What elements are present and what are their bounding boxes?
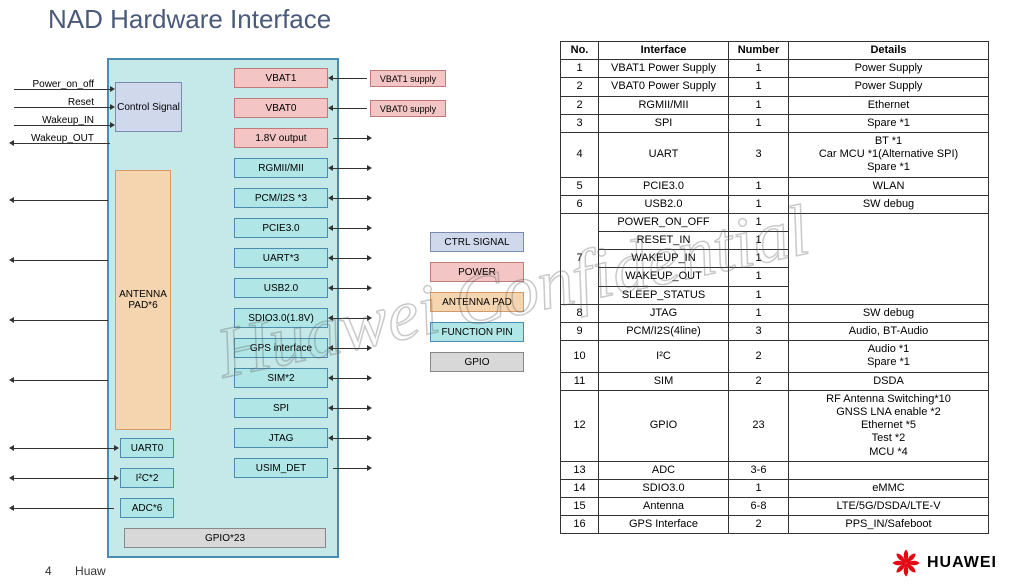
function-pin: UART*3 <box>234 248 328 268</box>
table-row: 15Antenna6-8LTE/5G/DSDA/LTE-V <box>561 498 989 516</box>
table-header: Number <box>729 42 789 60</box>
table-row: 8JTAG1SW debug <box>561 304 989 322</box>
function-pin-left: I²C*2 <box>120 468 174 488</box>
interface-table: No. Interface Number Details 1VBAT1 Powe… <box>560 41 989 534</box>
function-pin: RGMII/MII <box>234 158 328 178</box>
supply-box: VBAT0 supply <box>370 100 446 117</box>
table-row: 5PCIE3.01WLAN <box>561 177 989 195</box>
function-pin: GPS interface <box>234 338 328 358</box>
arrow-icon <box>14 200 108 201</box>
power-pin: VBAT1 <box>234 68 328 88</box>
legend-item: POWER <box>430 262 524 282</box>
table-row: 12GPIO23RF Antenna Switching*10GNSS LNA … <box>561 390 989 461</box>
table-row: 4UART3BT *1Car MCU *1(Alternative SPI)Sp… <box>561 132 989 177</box>
arrow-icon <box>333 288 367 289</box>
antenna-pad-block: ANTENNA PAD*6 <box>115 170 171 430</box>
arrow-icon <box>14 478 114 479</box>
arrow-icon <box>14 143 110 144</box>
table-row: 13ADC3-6 <box>561 461 989 479</box>
gpio-pin: GPIO*23 <box>124 528 326 548</box>
arrow-icon <box>333 438 367 439</box>
arrow-icon <box>333 108 367 109</box>
footer: 4 Huaw <box>45 564 106 578</box>
table-row: 3SPI1Spare *1 <box>561 114 989 132</box>
table-row: 9PCM/I2S(4line)3Audio, BT-Audio <box>561 323 989 341</box>
arrow-icon <box>14 380 108 381</box>
arrow-icon <box>14 260 108 261</box>
arrow-icon <box>14 89 110 90</box>
table-row: 11SIM2DSDA <box>561 372 989 390</box>
table-row: 14SDIO3.01eMMC <box>561 479 989 497</box>
function-pin: USIM_DET <box>234 458 328 478</box>
power-pin: VBAT0 <box>234 98 328 118</box>
arrow-icon <box>14 448 114 449</box>
page-title: NAD Hardware Interface <box>48 4 331 35</box>
table-row: 2RGMII/MII1Ethernet <box>561 96 989 114</box>
arrow-icon <box>333 138 367 139</box>
arrow-icon <box>14 107 110 108</box>
function-pin-left: UART0 <box>120 438 174 458</box>
logo-text: HUAWEI <box>927 554 997 572</box>
table-header: Details <box>789 42 989 60</box>
table-row: 1VBAT1 Power Supply1Power Supply <box>561 60 989 78</box>
function-pin: PCM/I2S *3 <box>234 188 328 208</box>
huawei-logo: HUAWEI <box>891 548 997 578</box>
arrow-icon <box>333 228 367 229</box>
function-pin: PCIE3.0 <box>234 218 328 238</box>
table-row: 6USB2.01SW debug <box>561 195 989 213</box>
arrow-icon <box>333 408 367 409</box>
arrow-icon <box>14 508 114 509</box>
table-row: 2VBAT0 Power Supply1Power Supply <box>561 78 989 96</box>
table-header: No. <box>561 42 599 60</box>
arrow-icon <box>14 125 110 126</box>
table-row: 7POWER_ON_OFF1 <box>561 213 989 231</box>
table-row: 16GPS Interface2PPS_IN/Safeboot <box>561 516 989 534</box>
function-pin: SPI <box>234 398 328 418</box>
arrow-icon <box>333 348 367 349</box>
function-pin: SIM*2 <box>234 368 328 388</box>
arrow-icon <box>333 198 367 199</box>
arrow-icon <box>333 168 367 169</box>
arrow-icon <box>333 258 367 259</box>
arrow-icon <box>14 320 108 321</box>
function-pin: JTAG <box>234 428 328 448</box>
legend-item: CTRL SIGNAL <box>430 232 524 252</box>
arrow-icon <box>333 78 367 79</box>
footer-text: Huaw <box>75 564 106 578</box>
table-row: 10I²C2Audio *1Spare *1 <box>561 341 989 372</box>
power-pin: 1.8V output <box>234 128 328 148</box>
function-pin: USB2.0 <box>234 278 328 298</box>
function-pin: SDIO3.0(1.8V) <box>234 308 328 328</box>
legend-item: ANTENNA PAD <box>430 292 524 312</box>
control-signal-block: Control Signal <box>115 82 182 132</box>
function-pin-left: ADC*6 <box>120 498 174 518</box>
huawei-flower-icon <box>891 548 921 578</box>
legend-item: GPIO <box>430 352 524 372</box>
arrow-icon <box>333 318 367 319</box>
arrow-icon <box>333 378 367 379</box>
legend-item: FUNCTION PIN <box>430 322 524 342</box>
supply-box: VBAT1 supply <box>370 70 446 87</box>
legend: CTRL SIGNAL POWER ANTENNA PAD FUNCTION P… <box>430 232 530 382</box>
page-number: 4 <box>45 564 52 578</box>
arrow-icon <box>333 468 367 469</box>
table-header: Interface <box>599 42 729 60</box>
